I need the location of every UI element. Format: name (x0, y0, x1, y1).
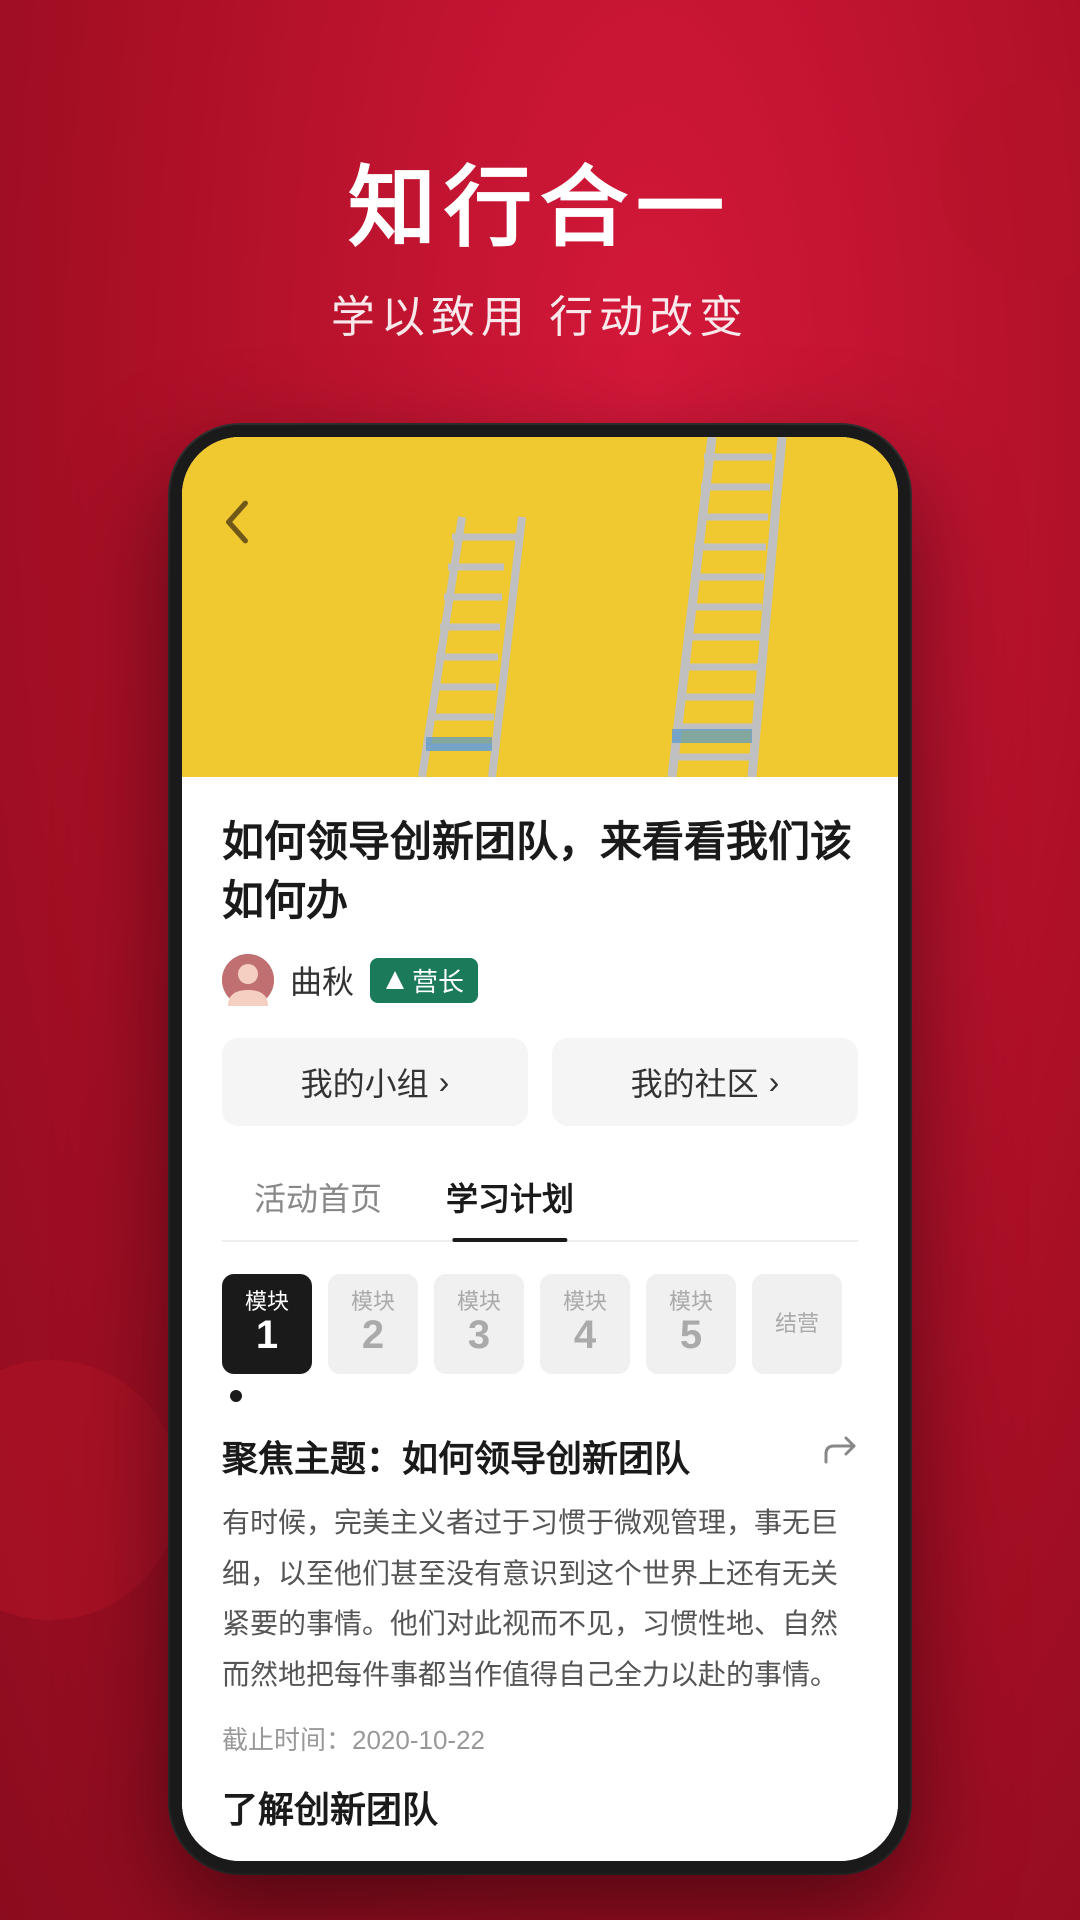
article-title: 如何领导创新团队，来看看我们该如何办 (222, 813, 858, 931)
focus-header: 聚焦主题：如何领导创新团队 (222, 1430, 858, 1482)
nav-buttons: 我的小组 › 我的社区 › (222, 1038, 858, 1126)
deadline-text: 截止时间：2020-10-22 (222, 1720, 858, 1757)
header-section: 知行合一 学以致用 行动改变 (0, 0, 1080, 405)
module-3[interactable]: 模块 3 (434, 1274, 524, 1374)
author-avatar (222, 954, 274, 1006)
module-5[interactable]: 模块 5 (646, 1274, 736, 1374)
focus-section: 聚焦主题：如何领导创新团队 有时候，完美主义者过于习惯于微观管理，事无巨细，以至… (182, 1430, 898, 1861)
back-button[interactable] (212, 497, 262, 547)
author-name: 曲秋 (290, 957, 354, 1003)
learn-title: 了解创新团队 (222, 1781, 858, 1833)
my-group-label: 我的小组 (301, 1059, 429, 1105)
dot-indicator (222, 1390, 858, 1402)
phone-screen: 如何领导创新团队，来看看我们该如何办 曲秋 营 (182, 437, 898, 1861)
main-title: 知行合一 (0, 160, 1080, 257)
module-4[interactable]: 模块 4 (540, 1274, 630, 1374)
share-icon[interactable] (822, 1434, 858, 1479)
chevron-icon-community: › (769, 1064, 780, 1101)
modules-row: 模块 1 模块 2 模块 3 模块 4 (222, 1274, 858, 1374)
badge-text: 营长 (412, 962, 464, 999)
content-area: 如何领导创新团队，来看看我们该如何办 曲秋 营 (182, 777, 898, 1403)
hero-image (182, 437, 898, 777)
author-badge: 营长 (370, 958, 478, 1003)
phone-wrapper: 如何领导创新团队，来看看我们该如何办 曲秋 营 (0, 425, 1080, 1873)
module-end[interactable]: 结营 (752, 1274, 842, 1374)
module-2[interactable]: 模块 2 (328, 1274, 418, 1374)
tabs-row: 活动首页 学习计划 (222, 1158, 858, 1242)
tab-study-plan[interactable]: 学习计划 (414, 1158, 606, 1240)
my-group-button[interactable]: 我的小组 › (222, 1038, 528, 1126)
tab-activity-home[interactable]: 活动首页 (222, 1158, 414, 1240)
phone-mockup: 如何领导创新团队，来看看我们该如何办 曲秋 营 (170, 425, 910, 1873)
sub-title: 学以致用 行动改变 (0, 281, 1080, 345)
module-1[interactable]: 模块 1 (222, 1274, 312, 1374)
chevron-icon-group: › (439, 1064, 450, 1101)
focus-content: 有时候，完美主义者过于习惯于微观管理，事无巨细，以至他们甚至没有意识到这个世界上… (222, 1498, 858, 1700)
my-community-button[interactable]: 我的社区 › (552, 1038, 858, 1126)
my-community-label: 我的社区 (631, 1059, 759, 1105)
active-dot (230, 1390, 242, 1402)
author-row: 曲秋 营长 (222, 954, 858, 1006)
focus-title: 聚焦主题：如何领导创新团队 (222, 1430, 690, 1482)
